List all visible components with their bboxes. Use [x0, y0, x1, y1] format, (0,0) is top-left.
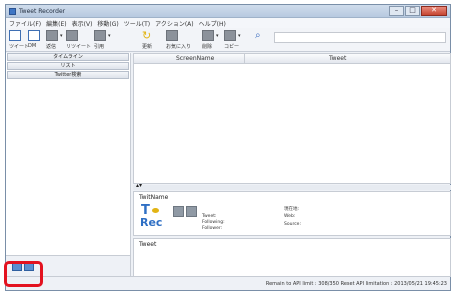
- user-panel-title: TwitName: [139, 194, 169, 201]
- window-controls: – □ ✕: [389, 6, 447, 16]
- maximize-icon: □: [409, 6, 416, 14]
- search-icon: ⌕: [255, 30, 261, 41]
- copy-button-label: コピー: [224, 44, 240, 50]
- menu-help[interactable]: ヘルプ(H): [199, 19, 226, 28]
- close-icon: ✕: [431, 6, 437, 14]
- retweet-icon: [66, 30, 78, 41]
- logo-bottom-text: Rec: [140, 216, 163, 229]
- message-icon: [28, 30, 40, 41]
- api-limit-status: Remain to API limit : 308/350 Reset API …: [265, 281, 447, 287]
- tweet-button[interactable]: ツイート: [9, 30, 30, 51]
- column-screenname[interactable]: ScreenName: [176, 55, 214, 62]
- tweet-panel-title: Tweet: [139, 241, 157, 248]
- source-label: Source:: [284, 222, 301, 227]
- app-window: Tweet Recorder – □ ✕ ファイル(F) 編集(E) 表示(V)…: [5, 4, 451, 291]
- refresh-button-label: 更新: [142, 44, 153, 50]
- column-divider[interactable]: [244, 54, 245, 64]
- close-button[interactable]: ✕: [421, 6, 447, 16]
- status-bar: Remain to API limit : 308/350 Reset API …: [6, 276, 450, 290]
- main-area: ScreenName Tweet ▴▾ TwitName T Rec Tweet…: [133, 53, 451, 277]
- tweet-count-label: Tweet:: [202, 214, 217, 219]
- app-logo-icon: T Rec: [139, 203, 163, 230]
- retweet-button[interactable]: リツイート: [66, 30, 92, 51]
- menu-file[interactable]: ファイル(F): [9, 19, 41, 28]
- dm-button[interactable]: DM: [28, 30, 42, 51]
- tweet-detail-panel: Tweet: [133, 238, 451, 277]
- location-label: 現在地:: [284, 207, 300, 212]
- web-label: Web:: [284, 214, 296, 219]
- reply-icon: [46, 30, 58, 41]
- splitter-handle[interactable]: ▴▾: [133, 182, 451, 190]
- window-title: Tweet Recorder: [19, 8, 66, 15]
- refresh-icon: ↻: [142, 29, 152, 42]
- menu-tools[interactable]: ツール(T): [124, 19, 150, 28]
- reply-button-label: 返信: [46, 44, 57, 50]
- user-info-panel: TwitName T Rec Tweet: Following: Followe…: [133, 191, 451, 236]
- toolbar: ツイート DM ▾ 返信 リツイート ▾ 引用 ↻ 更新 お気に入り ▾ 削除 …: [6, 28, 450, 52]
- column-tweet[interactable]: Tweet: [329, 55, 346, 62]
- follower-count-label: Follower:: [202, 226, 223, 231]
- following-count-label: Following:: [202, 220, 225, 225]
- title-bar: Tweet Recorder – □ ✕: [6, 5, 450, 18]
- chevron-down-icon: ▾: [238, 33, 241, 39]
- menu-edit[interactable]: 編集(E): [46, 19, 66, 28]
- copy-button[interactable]: ▾ コピー: [224, 30, 246, 51]
- sidebar: タイムライン リスト Twitter検索: [6, 53, 131, 277]
- app-icon: [9, 8, 16, 15]
- delete-icon: [202, 30, 214, 41]
- menu-view[interactable]: 表示(V): [72, 19, 93, 28]
- search-button[interactable]: ⌕: [255, 30, 267, 51]
- avatar: [186, 206, 197, 217]
- favorite-button-label: お気に入り: [166, 44, 192, 50]
- sidebar-item-twitter-search[interactable]: Twitter検索: [7, 71, 129, 79]
- delete-button-label: 削除: [202, 44, 213, 50]
- chevron-down-icon: ▾: [60, 33, 63, 39]
- sidebar-item-list[interactable]: リスト: [7, 62, 129, 70]
- sidebar-item-timeline[interactable]: タイムライン: [7, 53, 129, 61]
- retweet-button-label: リツイート: [66, 44, 92, 50]
- chevron-down-icon: ▾: [108, 33, 111, 39]
- refresh-button[interactable]: ↻ 更新: [142, 30, 156, 51]
- favorite-icon: [166, 30, 178, 41]
- dm-button-label: DM: [28, 43, 37, 49]
- menu-go[interactable]: 移動(G): [97, 19, 118, 28]
- favorite-button[interactable]: お気に入り: [166, 30, 194, 51]
- minimize-button[interactable]: –: [389, 6, 404, 16]
- quote-icon: [94, 30, 106, 41]
- tweet-button-label: ツイート: [9, 44, 30, 50]
- search-input[interactable]: [274, 32, 446, 43]
- reply-button[interactable]: ▾ 返信: [46, 30, 64, 51]
- menu-action[interactable]: アクション(A): [155, 19, 194, 28]
- tweet-list[interactable]: ScreenName Tweet: [133, 53, 451, 184]
- minimize-icon: –: [394, 6, 399, 14]
- copy-icon: [224, 30, 236, 41]
- quote-button-label: 引用: [94, 44, 105, 50]
- bird-icon: [152, 208, 159, 213]
- quote-button[interactable]: ▾ 引用: [94, 30, 112, 51]
- compose-icon: [9, 30, 21, 41]
- menu-bar: ファイル(F) 編集(E) 表示(V) 移動(G) ツール(T) アクション(A…: [6, 18, 450, 28]
- delete-button[interactable]: ▾ 削除: [202, 30, 220, 51]
- highlight-annotation: [4, 261, 43, 287]
- chevron-down-icon: ▾: [216, 33, 219, 39]
- tweet-list-header: ScreenName Tweet: [134, 54, 450, 64]
- maximize-button[interactable]: □: [405, 6, 420, 16]
- avatar: [173, 206, 184, 217]
- splitter-arrows-icon: ▴▾: [136, 182, 143, 189]
